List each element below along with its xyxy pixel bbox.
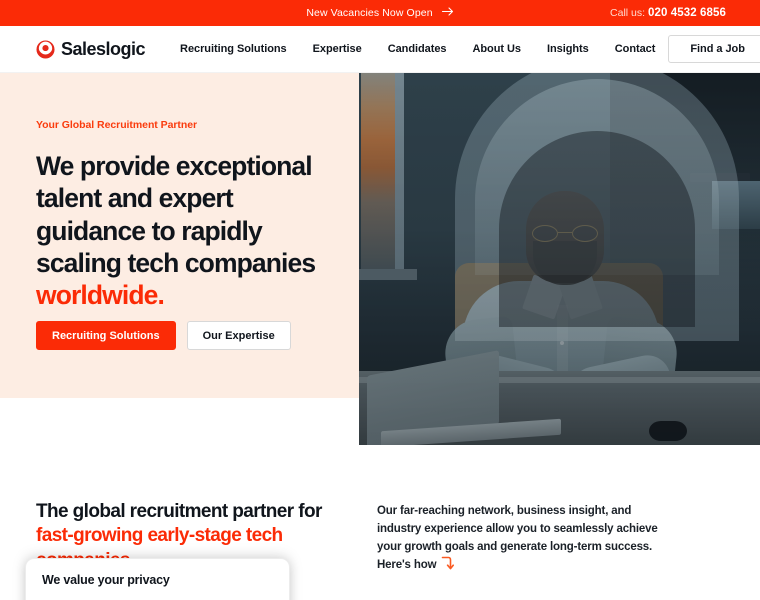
announcement-text: New Vacancies Now Open	[306, 7, 433, 19]
section-body-text: Our far-reaching network, business insig…	[377, 502, 665, 578]
nav-item-recruiting-solutions[interactable]: Recruiting Solutions	[167, 37, 300, 61]
brand-logo-link[interactable]: Saleslogic	[36, 38, 146, 60]
find-a-job-button[interactable]: Find a Job	[668, 35, 760, 63]
nav-item-expertise[interactable]: Expertise	[300, 37, 375, 61]
photo-color-tint	[359, 73, 760, 445]
saleslogic-logo-icon	[36, 39, 55, 59]
arrow-right-icon	[441, 7, 454, 19]
announcement-bar: New Vacancies Now Open Call us: 020 4532…	[0, 0, 760, 26]
hero-title-main: We provide exceptional talent and expert…	[36, 151, 316, 278]
hero-recruiting-solutions-button[interactable]: Recruiting Solutions	[36, 321, 176, 350]
announcement-link[interactable]: New Vacancies Now Open	[306, 7, 453, 19]
call-us-label: Call us:	[610, 7, 646, 19]
brand-name: Saleslogic	[61, 38, 146, 59]
man-at-desk-with-laptop-photo	[359, 73, 760, 445]
site-header: Saleslogic Recruiting Solutions Expertis…	[0, 26, 760, 73]
hero-image	[359, 73, 760, 445]
main-navigation: Recruiting Solutions Expertise Candidate…	[167, 37, 668, 61]
hero-copy: Your Global Recruitment Partner We provi…	[36, 119, 336, 312]
section-title-main: The global recruitment partner for	[36, 501, 322, 522]
phone-link[interactable]: Call us: 020 4532 6856	[610, 7, 726, 19]
phone-number: 020 4532 6856	[647, 7, 726, 19]
nav-item-contact[interactable]: Contact	[602, 37, 669, 61]
hero-title: We provide exceptional talent and expert…	[36, 150, 336, 312]
hero-eyebrow: Your Global Recruitment Partner	[36, 119, 198, 131]
nav-item-about-us[interactable]: About Us	[459, 37, 533, 61]
page-root: New Vacancies Now Open Call us: 020 4532…	[0, 0, 760, 600]
hero-our-expertise-button[interactable]: Our Expertise	[186, 321, 291, 350]
header-actions: Find a Job Find Talent	[668, 35, 760, 63]
nav-item-insights[interactable]: Insights	[534, 37, 602, 61]
section-body-copy: Our far-reaching network, business insig…	[377, 505, 658, 572]
cookie-banner-title: We value your privacy	[42, 573, 170, 587]
arrow-turn-down-icon	[441, 556, 455, 577]
hero-cta-group: Recruiting Solutions Our Expertise	[36, 321, 291, 350]
cookie-consent-banner: We value your privacy We use cookies to …	[25, 558, 290, 600]
hero-title-accent: worldwide.	[36, 280, 165, 311]
nav-item-candidates[interactable]: Candidates	[375, 37, 460, 61]
